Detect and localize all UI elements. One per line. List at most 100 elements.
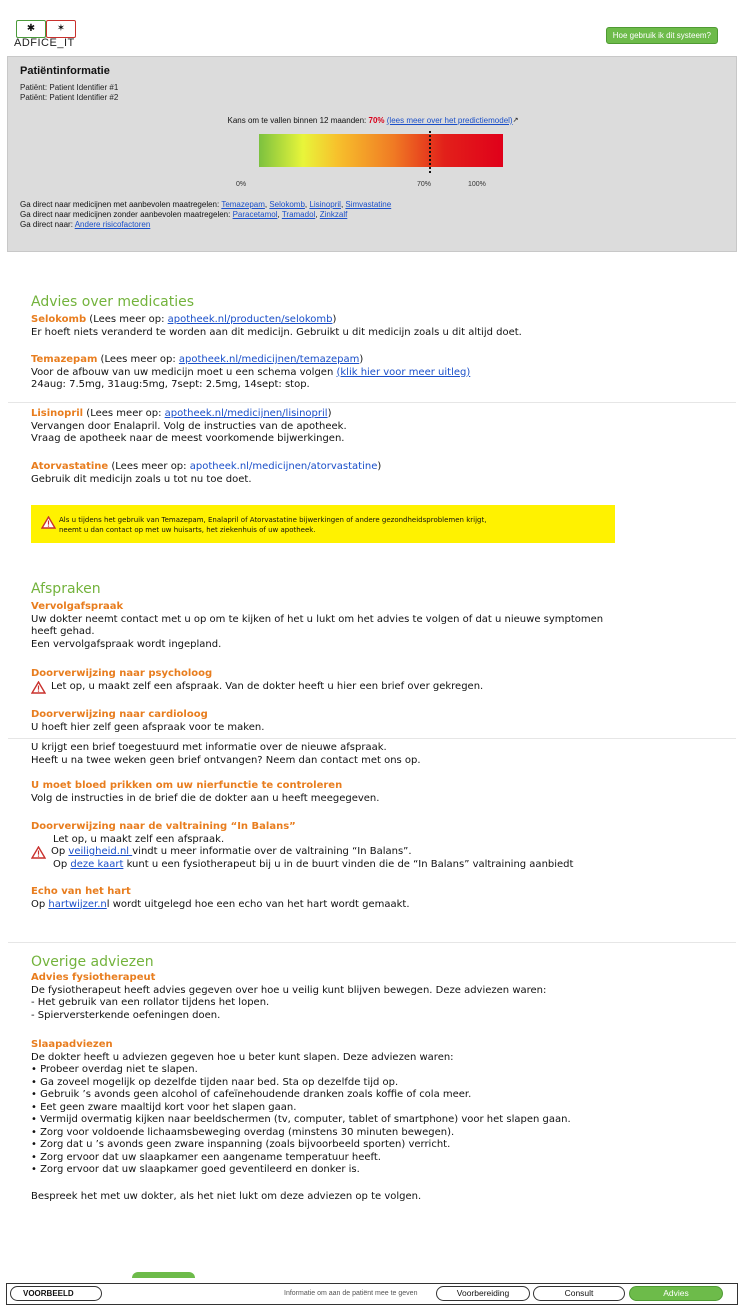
warning-icon: [31, 680, 46, 694]
med-temazepam: Temazepam (Lees meer op: apotheek.nl/med…: [31, 354, 651, 392]
list-item: • Ga zoveel mogelijk op dezelfde tijden …: [31, 1076, 399, 1088]
list-item: • Eet geen zware maaltijd kort voor het …: [31, 1101, 297, 1113]
med-link[interactable]: apotheek.nl/medicijnen/temazepam: [179, 354, 359, 365]
goto-with-measures: Ga direct naar medicijnen met aanbevolen…: [20, 200, 392, 209]
external-link-icon[interactable]: ↗: [513, 117, 519, 124]
appt-cardiologist: Doorverwijzing naar cardioloog U hoeft h…: [31, 709, 651, 734]
appt-text: U hoeft hier zelf geen afspraak voor te …: [31, 721, 265, 733]
med-name: Selokomb: [31, 314, 87, 325]
goto-other-label: Ga direct naar:: [20, 220, 75, 229]
list-item: - Het gebruik van een rollator tijdens h…: [31, 997, 270, 1008]
med-name: Temazepam: [31, 354, 98, 365]
patient-info-panel: Patiëntinformatie Patiënt: Patient Ident…: [7, 56, 737, 252]
appt-text: Op: [53, 858, 71, 870]
appt-title: Doorverwijzing naar de valtraining “In B…: [31, 821, 296, 832]
schedule-explain-link[interactable]: (klik hier voor meer uitleg): [336, 367, 470, 378]
risk-label: Kans om te vallen binnen 12 maanden:: [227, 116, 369, 125]
appt-text: Volg de instructies in de brief die de d…: [31, 792, 380, 804]
hartwijzer-link[interactable]: hartwijzer.n: [48, 899, 106, 910]
read-more-label: (Lees meer op:: [97, 354, 179, 365]
appt-text: U krijgt een brief toegestuurd met infor…: [31, 742, 387, 753]
appt-text: Een vervolgafspraak wordt ingepland.: [31, 638, 222, 650]
list-item: • Zorg dat u ’s avonds geen zware inspan…: [31, 1139, 451, 1150]
med-advice: Voor de afbouw van uw medicijn moet u ee…: [31, 366, 337, 378]
med-lisinopril: Lisinopril (Lees meer op: apotheek.nl/me…: [31, 408, 651, 446]
appt-blood-test: U moet bloed prikken om uw nierfunctie t…: [31, 780, 651, 805]
med-advice: Vervangen door Enalapril. Volg de instru…: [31, 420, 347, 432]
appt-text: Let op, u maakt zelf een afspraak.: [53, 833, 225, 845]
tick-70: 70%: [417, 181, 432, 188]
app-header: ✱ ✶ ADFICE_IT Hoe gebruik ik dit systeem…: [0, 0, 744, 54]
med-advice: Vraag de apotheek naar de meest voorkome…: [31, 433, 345, 444]
list-item: • Probeer overdag niet te slapen.: [31, 1064, 198, 1075]
appt-psychologist: Doorverwijzing naar psycholoog Let op, u…: [31, 668, 651, 694]
med-link[interactable]: apotheek.nl/producten/selokomb: [168, 314, 333, 325]
appt-follow-up: Vervolgafspraak Uw dokter neemt contact …: [31, 601, 651, 651]
risk-gradient-bar: [259, 134, 503, 167]
goto-without-measures: Ga direct naar medicijnen zonder aanbevo…: [20, 210, 348, 219]
appt-fall-training: Doorverwijzing naar de valtraining “In B…: [31, 821, 671, 871]
read-more-label: (Lees meer op:: [86, 314, 168, 325]
list-item: • Zorg ervoor dat uw slaapkamer een aang…: [31, 1151, 381, 1163]
paren: ): [327, 408, 332, 419]
med-name: Lisinopril: [31, 408, 84, 419]
tick-0: 0%: [236, 181, 247, 188]
goto-selokomb-link[interactable]: Selokomb: [269, 200, 305, 209]
goto-simvastatine-link[interactable]: Simvastatine: [345, 200, 391, 209]
appt-text: vindt u meer informatie over de valtrain…: [132, 846, 412, 857]
goto-tramadol-link[interactable]: Tramadol: [282, 210, 316, 219]
appt-text: Heeft u na twee weken geen brief ontvang…: [31, 754, 421, 766]
appt-text: Uw dokter neemt contact met u op om te k…: [31, 613, 604, 625]
warning-icon: [41, 516, 56, 529]
list-item: - Spierversterkende oefeningen doen.: [31, 1009, 221, 1021]
list-item: • Vermijd overmatig kijken naar beeldsch…: [31, 1114, 571, 1125]
help-button[interactable]: Hoe gebruik ik dit systeem?: [605, 27, 718, 44]
tick-100: 100%: [468, 181, 486, 188]
advice-physio: Advies fysiotherapeut De fysiotherapeut …: [31, 972, 691, 1022]
tab-voorbereiding[interactable]: Voorbereiding: [436, 1286, 530, 1301]
risk-value: 70%: [368, 116, 385, 125]
goto-other-risk-factors-link[interactable]: Andere risicofactoren: [75, 220, 151, 229]
list-item: • Zorg ervoor dat uw slaapkamer goed gev…: [31, 1164, 360, 1175]
appt-text: l wordt uitgelegd hoe een echo van het h…: [106, 898, 410, 910]
example-badge[interactable]: VOORBEELD: [10, 1286, 102, 1301]
adfice-logo: ✱ ✶ ADFICE_IT: [14, 20, 80, 50]
advice-sleep: Slaapadviezen De dokter heeft u adviezen…: [31, 1039, 691, 1203]
map-link[interactable]: deze kaart: [70, 859, 123, 870]
medications-heading: Advies over medicaties: [31, 294, 651, 311]
warning-icon: [31, 845, 46, 859]
paren: ): [332, 314, 337, 325]
logo-text: ADFICE_IT: [14, 37, 75, 49]
person-walking-icon: ✱: [16, 20, 46, 38]
advice-text: De fysiotherapeut heeft advies gegeven o…: [31, 984, 547, 996]
med-advice: Gebruik dit medicijn zoals u tot nu toe …: [31, 473, 252, 485]
advice-title: Advies fysiotherapeut: [31, 972, 156, 983]
appt-text: Op: [31, 898, 49, 910]
sleep-list: • Probeer overdag niet te slapen. • Ga z…: [31, 1064, 691, 1177]
advice-content: Advies over medicaties Selokomb (Lees me…: [0, 252, 744, 1278]
prediction-model-link[interactable]: (lees meer over het predictiemodel): [387, 116, 513, 125]
med-selokomb: Selokomb (Lees meer op: apotheek.nl/prod…: [31, 314, 651, 339]
tab-consult[interactable]: Consult: [533, 1286, 625, 1301]
person-falling-icon: ✶: [46, 20, 76, 38]
veiligheid-link[interactable]: veiligheid.nl: [68, 846, 132, 857]
read-more-label: (Lees meer op:: [83, 408, 165, 419]
divider: [8, 942, 736, 943]
patient-id-2: Patiënt: Patient Identifier #2: [20, 93, 119, 102]
appt-title: U moet bloed prikken om uw nierfunctie t…: [31, 780, 343, 791]
med-advice: Er hoeft niets veranderd te worden aan d…: [31, 326, 522, 338]
goto-paracetamol-link[interactable]: Paracetamol: [233, 210, 278, 219]
goto-zinkzalf-link[interactable]: Zinkzalf: [320, 210, 348, 219]
goto-temazepam-link[interactable]: Temazepam: [221, 200, 265, 209]
advice-title: Slaapadviezen: [31, 1039, 113, 1050]
footer-info: Informatie om aan de patiënt mee te geve…: [284, 1290, 418, 1297]
med-link[interactable]: apotheek.nl/medicijnen/atorvastatine: [190, 461, 378, 472]
advice-text: De dokter heeft u adviezen gegeven hoe u…: [31, 1051, 454, 1063]
warning-text-2: neemt u dan contact op met uw huisarts, …: [59, 526, 316, 534]
tab-advies[interactable]: Advies: [629, 1286, 723, 1301]
med-link[interactable]: apotheek.nl/medicijnen/lisinopril: [165, 408, 328, 419]
goto-lisinopril-link[interactable]: Lisinopril: [309, 200, 341, 209]
fall-risk-line: Kans om te vallen binnen 12 maanden: 70%…: [8, 116, 738, 125]
appt-title: Vervolgafspraak: [31, 601, 124, 612]
paren: ): [377, 461, 382, 472]
